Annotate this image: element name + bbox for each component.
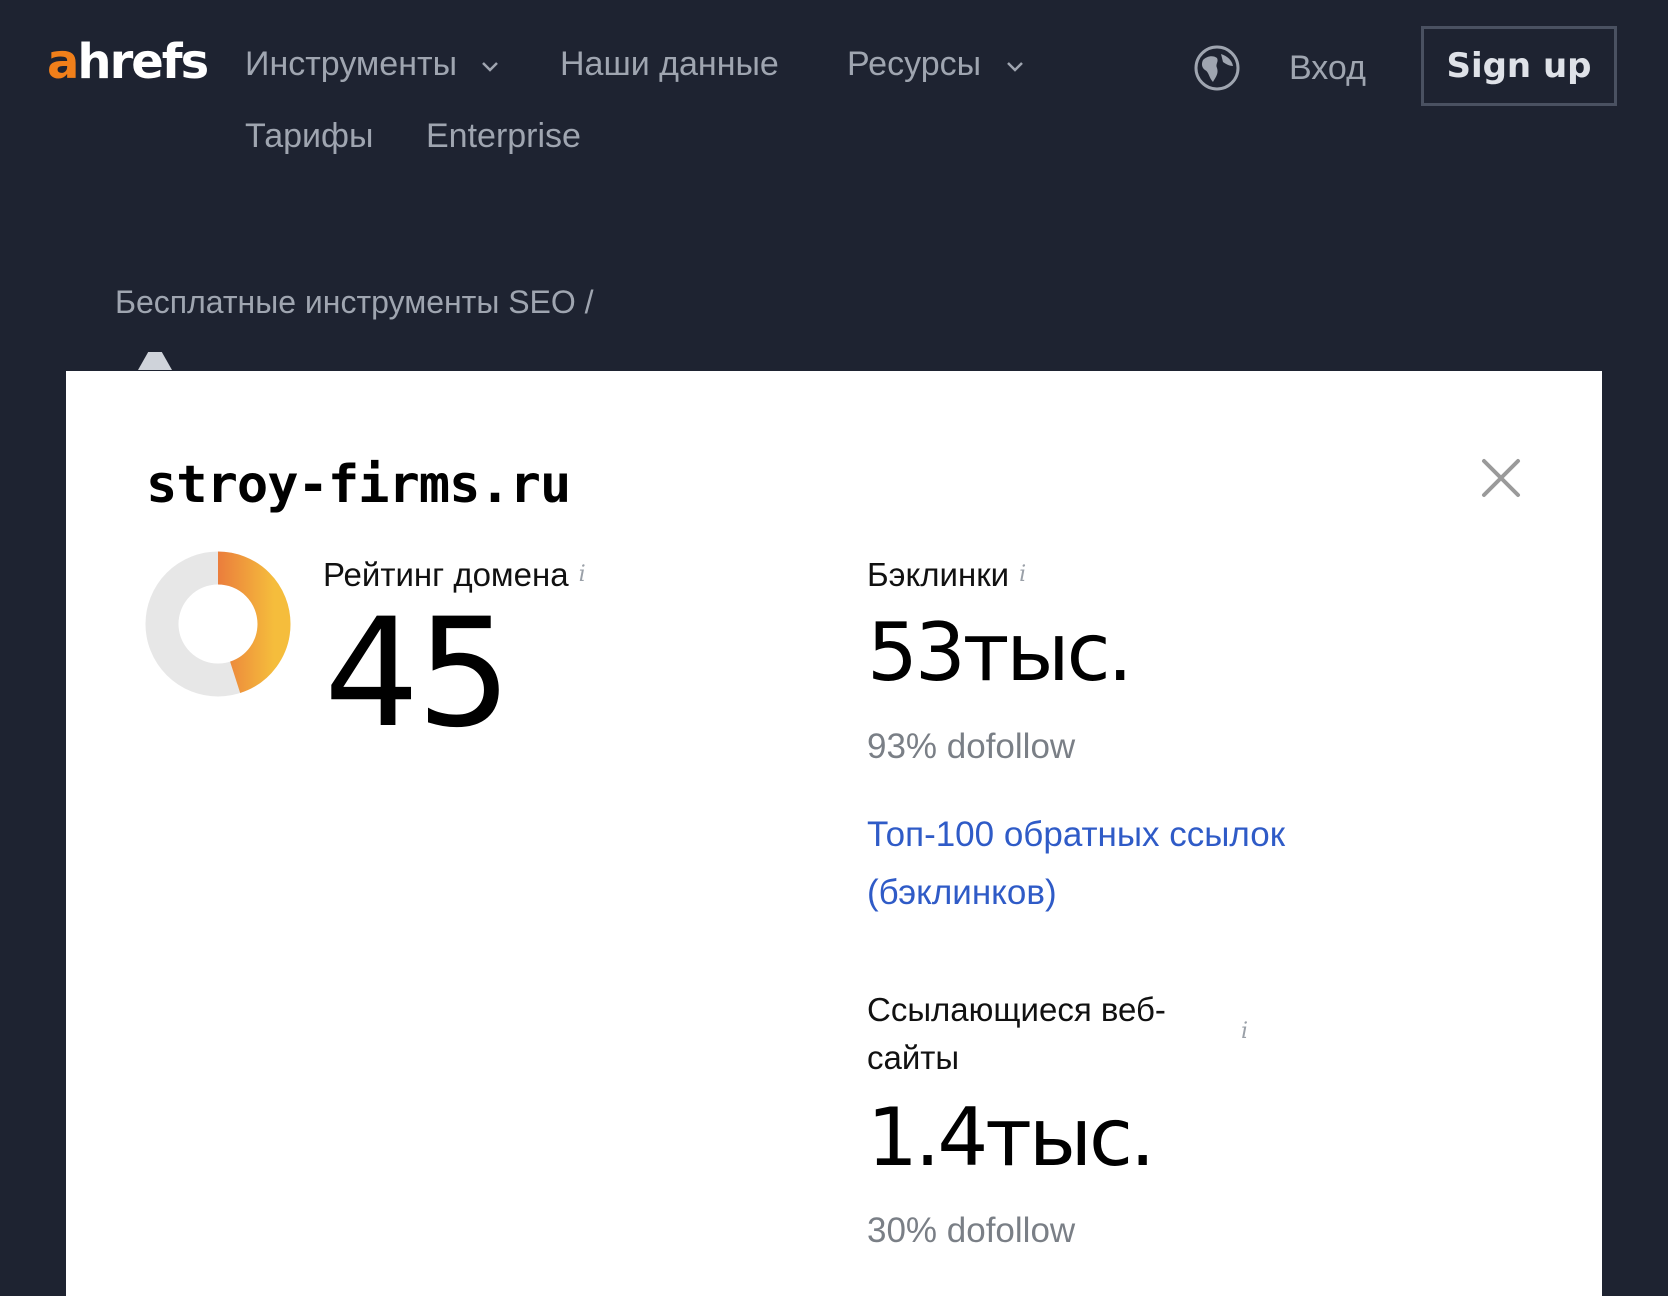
info-icon[interactable]: i	[1241, 1019, 1248, 1044]
signup-button[interactable]: Sign up	[1421, 26, 1617, 106]
nav-tools-label: Инструменты	[245, 45, 458, 83]
domain-rating-gauge	[145, 551, 291, 697]
info-icon[interactable]: i	[1019, 562, 1026, 587]
domain-title: stroy-firms.ru	[146, 455, 571, 515]
backlinks-dofollow: 93% dofollow	[867, 727, 1076, 766]
logo-text: hrefs	[77, 34, 209, 90]
ahrefs-logo[interactable]: ahrefs	[47, 34, 209, 90]
referring-websites-label-line2: сайты	[867, 1039, 960, 1076]
nav-resources[interactable]: Ресурсы	[847, 42, 1025, 86]
nav-tools[interactable]: Инструменты	[245, 42, 500, 86]
chevron-down-icon	[1006, 62, 1023, 72]
domain-overview-modal: stroy-firms.ru Рейтинг домена i 45 Бэклин…	[66, 371, 1602, 1296]
referring-websites-label-line1: Ссылающиеся веб-	[867, 991, 1166, 1028]
nav-our-data[interactable]: Наши данные	[560, 42, 779, 86]
backlinks-label: Бэклинки i	[867, 555, 1026, 595]
chevron-down-icon	[482, 62, 499, 72]
login-link[interactable]: Вход	[1289, 46, 1366, 90]
referring-websites-dofollow: 30% dofollow	[867, 1211, 1076, 1250]
nav-pricing[interactable]: Тарифы	[245, 114, 373, 158]
close-icon[interactable]	[1478, 455, 1524, 501]
top-backlinks-link[interactable]: Топ-100 обратных ссылок (бэклинков)	[867, 806, 1337, 922]
backlinks-label-text: Бэклинки	[867, 556, 1010, 593]
globe-icon[interactable]	[1193, 44, 1241, 92]
referring-websites-value: 1.4тыс.	[867, 1091, 1155, 1184]
nav-enterprise[interactable]: Enterprise	[426, 114, 581, 158]
breadcrumb[interactable]: Бесплатные инструменты SEO /	[115, 282, 594, 322]
backlinks-value: 53тыс.	[867, 606, 1133, 699]
logo-accent-letter: a	[47, 34, 79, 90]
info-icon[interactable]: i	[579, 562, 586, 587]
domain-rating-value: 45	[324, 587, 512, 761]
page-title-partial	[138, 352, 172, 370]
nav-resources-label: Ресурсы	[847, 45, 982, 83]
